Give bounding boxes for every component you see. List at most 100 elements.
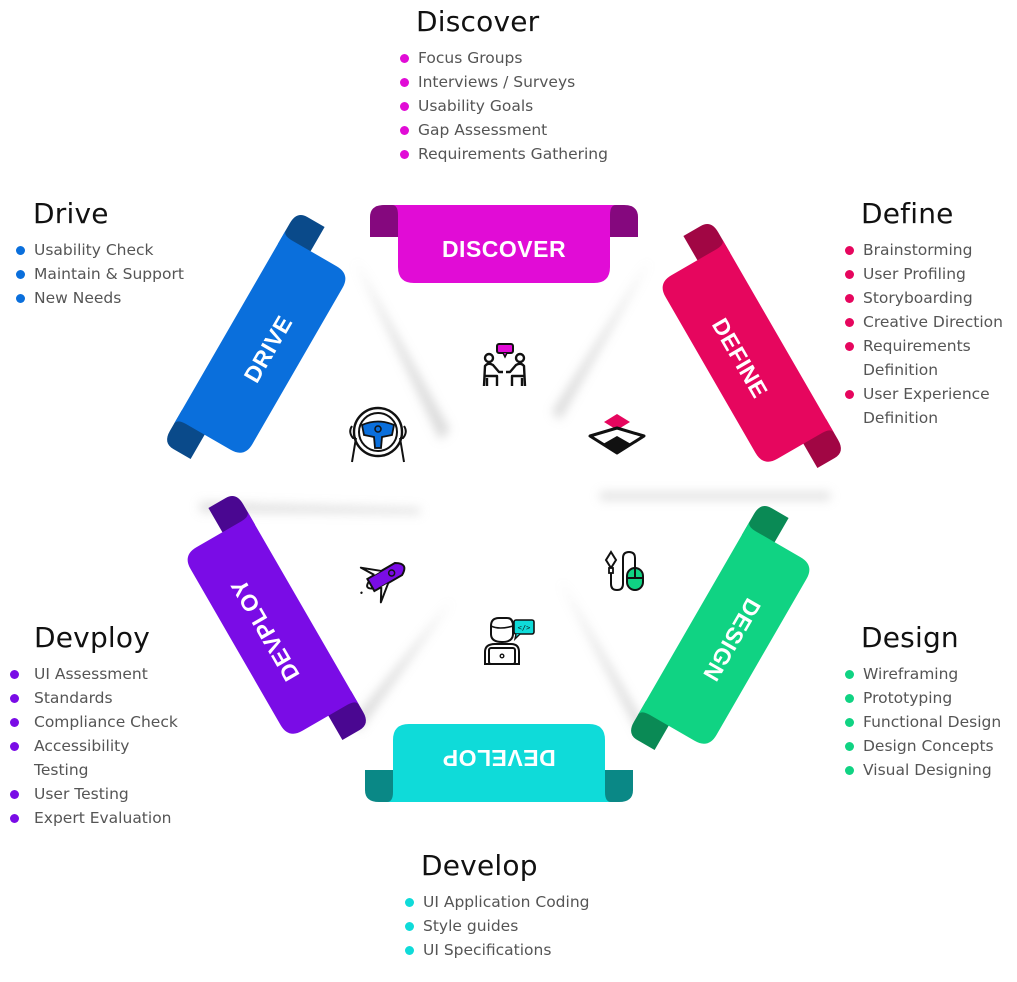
list-item: Requirements Gathering: [400, 142, 608, 166]
list-item-text: Gap Assessment: [418, 121, 548, 139]
list-item-text: Focus Groups: [418, 49, 523, 67]
devploy-item-list: UI Assessment Standards Compliance Check Ac…: [10, 662, 184, 830]
list-item: Standards: [10, 686, 184, 710]
bullet-dot-icon: [10, 694, 19, 703]
bullet-dot-icon: [10, 814, 19, 823]
list-item-text: User Testing: [34, 785, 129, 803]
list-item: Usability Check: [16, 238, 184, 262]
bullet-dot-icon: [16, 294, 25, 303]
discover-heading: Discover: [416, 5, 540, 38]
list-item: Wireframing: [845, 662, 1001, 686]
bullet-dot-icon: [10, 718, 19, 727]
design-heading: Design: [861, 621, 959, 654]
bullet-dot-icon: [10, 670, 19, 679]
ribbons: DISCOVER DEFINE DESIGN DEVELOP DEVPLOY DRIVE: [167, 205, 841, 802]
bullet-dot-icon: [845, 742, 854, 751]
list-item: UI Application Coding: [405, 890, 590, 914]
list-item: Requirements Definition: [845, 334, 1013, 382]
define-item-list: Brainstorming User Profiling Storyboarding…: [845, 238, 1013, 430]
list-item-text: UI Application Coding: [423, 893, 590, 911]
spoke-shadow-top-right: [552, 260, 650, 420]
design-pen-mouse-icon: [604, 550, 644, 592]
list-item: Gap Assessment: [400, 118, 608, 142]
bullet-dot-icon: [845, 670, 854, 679]
define-heading: Define: [861, 197, 954, 230]
list-item-text: New Needs: [34, 289, 122, 307]
list-item: Usability Goals: [400, 94, 608, 118]
bullet-dot-icon: [845, 342, 854, 351]
bullet-dot-icon: [400, 126, 409, 135]
bullet-dot-icon: [10, 790, 19, 799]
drive-ribbon: DRIVE: [167, 215, 346, 460]
drive-item-list: Usability Check Maintain & Support New Nee…: [16, 238, 184, 310]
list-item: Visual Designing: [845, 758, 1001, 782]
list-item: Brainstorming: [845, 238, 1013, 262]
define-info-block: Define Brainstorming User Profiling Storybo…: [845, 196, 1013, 430]
bullet-dot-icon: [16, 246, 25, 255]
list-item-text: Storyboarding: [863, 289, 973, 307]
discover-ribbon-label: DISCOVER: [442, 236, 566, 262]
list-item-text: UI Specifications: [423, 941, 552, 959]
define-layers-icon: [588, 414, 646, 455]
bullet-dot-icon: [400, 150, 409, 159]
list-item-text: Usability Check: [34, 241, 154, 259]
list-item-text: User Profiling: [863, 265, 966, 283]
list-item: Style guides: [405, 914, 590, 938]
bullet-dot-icon: [845, 766, 854, 775]
list-item: UI Assessment: [10, 662, 184, 686]
bullet-dot-icon: [400, 102, 409, 111]
list-item: Functional Design: [845, 710, 1001, 734]
list-item: Maintain & Support: [16, 262, 184, 286]
develop-info-block: Develop UI Application Coding Style guides…: [405, 848, 590, 962]
develop-heading: Develop: [421, 849, 538, 882]
discover-item-list: Focus Groups Interviews / Surveys Usabilit…: [400, 46, 608, 166]
develop-ribbon: DEVELOP: [365, 724, 633, 802]
list-item-text: Design Concepts: [863, 737, 994, 755]
list-item-text: Style guides: [423, 917, 519, 935]
bullet-dot-icon: [845, 390, 854, 399]
design-item-list: Wireframing Prototyping Functional Design D…: [845, 662, 1001, 782]
spoke-shadow-bottom-right: [560, 580, 648, 736]
spoke-shadow-top-left: [355, 260, 450, 440]
bullet-dot-icon: [400, 78, 409, 87]
design-info-block: Design Wireframing Prototyping Functional D…: [845, 620, 1001, 782]
list-item: Focus Groups: [400, 46, 608, 70]
list-item-text: UI Assessment: [34, 665, 148, 683]
drive-info-block: Drive Usability Check Maintain & Support Ne…: [16, 196, 184, 310]
list-item-text: Accessibility Testing: [34, 737, 130, 779]
spoke-shadow-bottom-left: [350, 600, 452, 730]
list-item-text: Usability Goals: [418, 97, 534, 115]
develop-item-list: UI Application Coding Style guides UI Spec…: [405, 890, 590, 962]
define-ribbon: DEFINE: [662, 224, 841, 469]
discover-ribbon: DISCOVER: [370, 205, 638, 283]
bullet-dot-icon: [400, 54, 409, 63]
discover-meeting-people-icon: [482, 343, 527, 387]
list-item: Expert Evaluation: [10, 806, 184, 830]
svg-text:</>: </>: [518, 624, 531, 632]
drive-steering-wheel-icon: [349, 406, 407, 463]
list-item-text: Functional Design: [863, 713, 1002, 731]
list-item: Creative Direction: [845, 310, 1013, 334]
list-item: Prototyping: [845, 686, 1001, 710]
list-item: Compliance Check: [10, 710, 184, 734]
list-item-text: Prototyping: [863, 689, 953, 707]
spoke-shadow-right: [600, 492, 830, 500]
develop-ribbon-label: DEVELOP: [442, 745, 555, 771]
list-item-text: User Experience Definition: [863, 385, 990, 427]
bullet-dot-icon: [405, 898, 414, 907]
list-item: New Needs: [16, 286, 184, 310]
bullet-dot-icon: [16, 270, 25, 279]
list-item-text: Standards: [34, 689, 113, 707]
develop-developer-code-icon: </>: [484, 617, 535, 665]
bullet-dot-icon: [845, 718, 854, 727]
bullet-dot-icon: [405, 922, 414, 931]
bullet-dot-icon: [845, 246, 854, 255]
list-item: User Testing: [10, 782, 184, 806]
bullet-dot-icon: [845, 270, 854, 279]
devploy-rocket-icon: [359, 561, 406, 604]
list-item-text: Interviews / Surveys: [418, 73, 576, 91]
list-item: Design Concepts: [845, 734, 1001, 758]
list-item: User Profiling: [845, 262, 1013, 286]
bullet-dot-icon: [845, 318, 854, 327]
list-item: UI Specifications: [405, 938, 590, 962]
